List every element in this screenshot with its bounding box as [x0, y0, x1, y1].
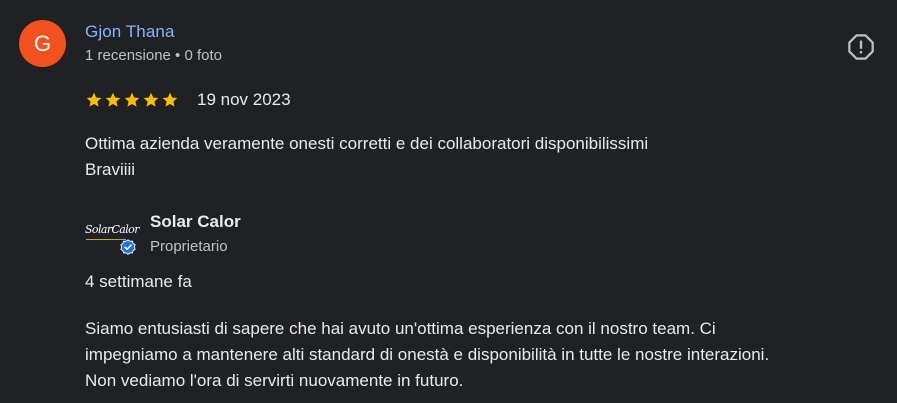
reply-text-line: Siamo entusiasti di sapere che hai avuto…: [85, 319, 716, 338]
review-text-line: Ottima azienda veramente onesti corretti…: [85, 134, 649, 153]
star-icon: [123, 91, 141, 109]
review-text: Ottima azienda veramente onesti corretti…: [85, 131, 875, 183]
reviewer-name-link[interactable]: Gjon Thana: [85, 22, 175, 42]
reviewer-avatar[interactable]: G: [19, 20, 66, 67]
reply-time: 4 settimane fa: [85, 272, 192, 291]
star-icon: [161, 91, 179, 109]
review-date: 19 nov 2023: [197, 90, 291, 109]
star-icon: [85, 91, 103, 109]
verified-check-icon: [120, 239, 136, 255]
reviewer-stats: 1 recensione • 0 foto: [85, 47, 223, 64]
star-icon: [104, 91, 122, 109]
report-review-button[interactable]: [846, 32, 876, 62]
owner-logo: SolarCalor: [85, 214, 139, 256]
report-flag-icon: [848, 34, 874, 60]
review-text-line: Braviiii: [85, 160, 136, 179]
rating-row: 19 nov 2023: [85, 90, 291, 110]
reply-text-line: impegniamo a mantenere alti standard di …: [85, 345, 770, 364]
owner-name: Solar Calor: [150, 212, 241, 231]
star-rating: [85, 91, 179, 109]
owner-role: Proprietario: [150, 238, 228, 255]
star-icon: [142, 91, 160, 109]
owner-logo-text: SolarCalor: [85, 223, 139, 236]
reply-text-line: Non vediamo l'ora di servirti nuovamente…: [85, 371, 464, 390]
owner-reply-text: Siamo entusiasti di sapere che hai avuto…: [85, 316, 895, 394]
